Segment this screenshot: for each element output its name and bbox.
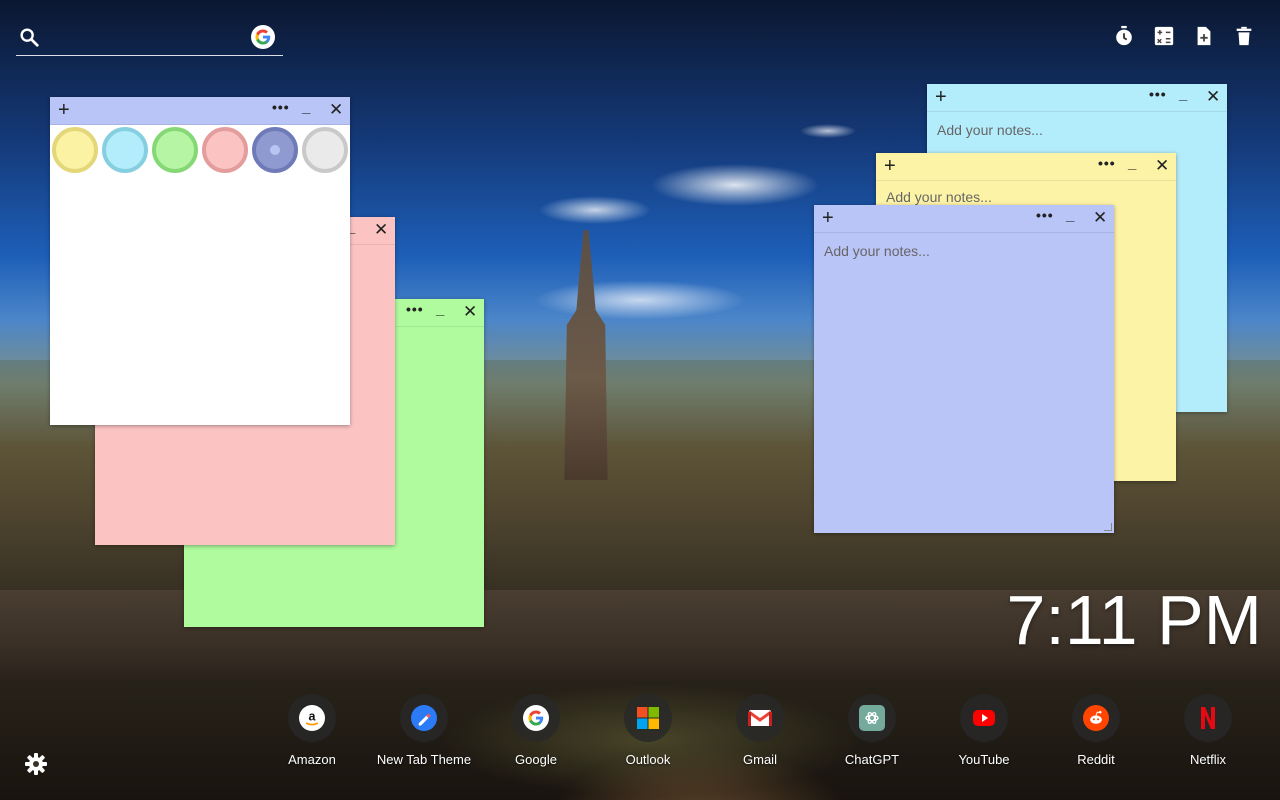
youtube-icon [971,705,997,731]
note-menu-button[interactable]: ••• [1098,155,1116,171]
shortcut-label: Amazon [288,752,336,767]
minimize-note-button[interactable]: _ [1066,207,1074,224]
color-swatch-cyan[interactable] [102,127,148,173]
outlook-icon [635,705,661,731]
minimize-note-button[interactable]: _ [1179,86,1187,103]
note-header: + ••• _ ✕ [50,97,350,125]
shortcut-icon-bg [960,694,1008,742]
close-note-button[interactable]: ✕ [1093,208,1107,228]
reddit-icon [1083,705,1109,731]
note-header: + ••• _ ✕ [814,205,1114,233]
minimize-note-button[interactable]: _ [1128,155,1136,172]
amazon-icon: a [299,705,325,731]
shortcut-label: ChatGPT [844,752,900,767]
google-icon [523,705,549,731]
note-textarea[interactable] [824,243,1104,523]
shortcut-label: New Tab Theme [376,752,472,767]
shortcut-icon-bg [512,694,560,742]
add-note-button[interactable]: + [58,100,70,120]
trash-icon[interactable] [1232,24,1256,48]
chatgpt-icon [859,705,885,731]
gear-icon[interactable] [24,752,48,776]
close-note-button[interactable]: ✕ [1206,87,1220,107]
close-note-button[interactable]: ✕ [374,220,388,240]
close-note-button[interactable]: ✕ [1155,156,1169,176]
shortcut-icon-bg [624,694,672,742]
gmail-icon [747,705,773,731]
search-input[interactable] [50,24,240,50]
sticky-note-blue[interactable]: + ••• _ ✕ [814,205,1114,533]
resize-handle[interactable] [1104,523,1112,531]
clock: 7:11 PM [1006,581,1263,659]
note-header: + ••• _ ✕ [876,153,1176,181]
shortcut-new-tab-theme[interactable]: New Tab Theme [368,694,480,767]
shortcut-icon-bg [1072,694,1120,742]
shortcut-icon-bg [848,694,896,742]
top-toolbar [1112,24,1256,48]
note-menu-button[interactable]: ••• [406,301,424,317]
add-note-icon[interactable] [1192,24,1216,48]
minimize-note-button[interactable]: _ [302,99,310,116]
shortcut-icon-bg [1184,694,1232,742]
shortcut-youtube[interactable]: YouTube [928,694,1040,767]
note-menu-button[interactable]: ••• [1149,86,1167,102]
shortcut-label: Gmail [743,752,777,767]
shortcut-label: Reddit [1077,752,1115,767]
note-menu-button[interactable]: ••• [1036,207,1054,223]
shortcut-icon-bg [736,694,784,742]
shortcut-icon-bg: a [288,694,336,742]
timer-icon[interactable] [1112,24,1136,48]
color-swatch-pink[interactable] [202,127,248,173]
note-header: + ••• _ ✕ [927,84,1227,112]
shortcut-google[interactable]: Google [480,694,592,767]
shortcut-amazon[interactable]: a Amazon [256,694,368,767]
note-menu-button[interactable]: ••• [272,99,290,115]
shortcuts-dock: a Amazon New Tab Theme Google Outlook Gm… [256,694,1264,767]
shortcut-label: Google [515,752,557,767]
shortcut-chatgpt[interactable]: ChatGPT [816,694,928,767]
background-cathedral-tower [564,230,608,480]
color-swatch-white[interactable] [302,127,348,173]
new-tab-theme-icon [411,705,437,731]
add-note-button[interactable]: + [884,156,896,176]
shortcut-label: Netflix [1189,752,1227,767]
shortcut-reddit[interactable]: Reddit [1040,694,1152,767]
netflix-icon [1195,705,1221,731]
minimize-note-button[interactable]: _ [436,301,444,318]
shortcut-netflix[interactable]: Netflix [1152,694,1264,767]
color-swatch-green[interactable] [152,127,198,173]
google-icon[interactable] [251,25,275,49]
add-note-button[interactable]: + [935,87,947,107]
add-note-button[interactable]: + [822,208,834,228]
calculator-icon[interactable] [1152,24,1176,48]
shortcut-label: Outlook [625,752,671,767]
search-bar [16,20,283,56]
svg-text:a: a [309,710,317,724]
color-swatch-blue[interactable] [252,127,298,173]
shortcut-gmail[interactable]: Gmail [704,694,816,767]
shortcut-outlook[interactable]: Outlook [592,694,704,767]
color-swatch-yellow[interactable] [52,127,98,173]
search-icon[interactable] [18,26,40,48]
color-picker [52,127,348,173]
shortcut-icon-bg [400,694,448,742]
close-note-button[interactable]: ✕ [329,100,343,120]
sticky-note-white[interactable]: + ••• _ ✕ [50,97,350,425]
shortcut-label: YouTube [958,752,1010,767]
close-note-button[interactable]: ✕ [463,302,477,322]
